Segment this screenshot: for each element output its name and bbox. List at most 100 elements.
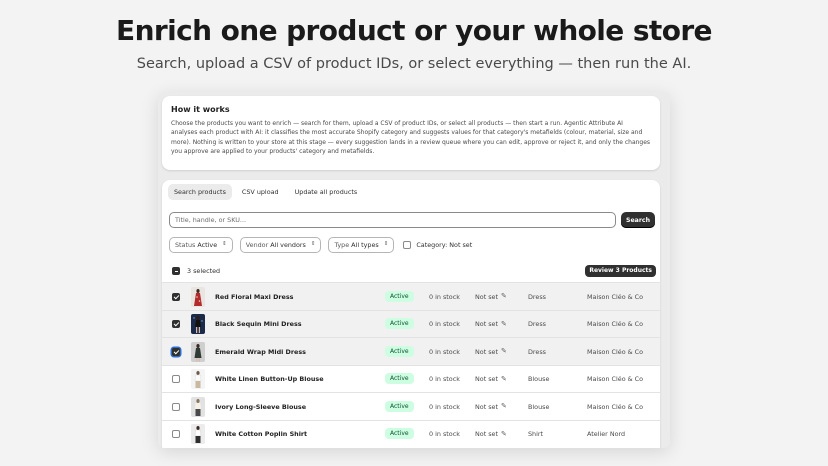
status-badge: Active: [385, 318, 414, 330]
table-row[interactable]: Ivory Long-Sleeve Blouse Active 0 in stock…: [162, 392, 660, 420]
category-cell[interactable]: Not set ✎: [475, 320, 507, 328]
product-thumbnail: [191, 341, 205, 362]
category-value: Not set: [475, 347, 498, 356]
table-row[interactable]: Red Floral Maxi Dress Active 0 in stock Not…: [162, 282, 660, 310]
product-name[interactable]: White Cotton Poplin Shirt: [215, 430, 307, 438]
product-thumbnail: [191, 286, 205, 307]
stock-count: 0 in stock: [429, 402, 460, 411]
product-name[interactable]: Ivory Long-Sleeve Blouse: [215, 403, 306, 411]
product-type: Dress: [528, 320, 546, 329]
product-type: Shirt: [528, 430, 544, 439]
tab-csv-upload[interactable]: CSV upload: [236, 184, 285, 200]
category-value: Not set: [475, 320, 498, 329]
search-row: Search: [169, 212, 655, 228]
pencil-icon[interactable]: ✎: [501, 293, 507, 300]
stock-count: 0 in stock: [429, 320, 460, 329]
product-name[interactable]: Red Floral Maxi Dress: [215, 293, 294, 301]
product-vendor: Maison Cléo & Co: [587, 375, 644, 384]
category-value: Not set: [475, 430, 498, 439]
category-value: Not set: [475, 375, 498, 384]
select-all-checkbox[interactable]: [172, 267, 180, 275]
review-products-button[interactable]: Review 3 Products: [585, 265, 656, 277]
row-select-checkbox[interactable]: [172, 430, 180, 439]
category-value: Not set: [475, 402, 498, 411]
source-tabs: Search products CSV upload Update all pr…: [168, 184, 363, 200]
category-not-set-checkbox[interactable]: [403, 241, 412, 249]
product-type: Blouse: [528, 402, 550, 411]
status-filter[interactable]: Status Active ⇕: [169, 237, 233, 253]
vendor-filter-value: All vendors: [270, 241, 306, 249]
product-vendor: Atelier Nord: [587, 430, 626, 439]
tab-update-all-products[interactable]: Update all products: [289, 184, 364, 200]
filter-bar: Status Active ⇕ Vendor All vendors ⇕ Typ…: [169, 237, 472, 253]
category-cell[interactable]: Not set ✎: [475, 430, 507, 438]
status-badge: Active: [385, 290, 414, 302]
product-type: Dress: [528, 292, 546, 301]
status-badge: Active: [385, 400, 414, 412]
vendor-filter[interactable]: Vendor All vendors ⇕: [239, 237, 322, 253]
row-select-checkbox[interactable]: [172, 320, 180, 329]
table-row[interactable]: White Cotton Poplin Shirt Active 0 in stoc…: [162, 419, 660, 448]
status-filter-label: Status: [175, 241, 196, 249]
product-table: Red Floral Maxi Dress Active 0 in stock Not…: [162, 282, 660, 448]
category-cell[interactable]: Not set ✎: [475, 403, 507, 411]
table-row[interactable]: Emerald Wrap Midi Dress Active 0 in stock N…: [162, 337, 660, 365]
search-input[interactable]: [169, 212, 616, 228]
category-not-set-filter[interactable]: Category: Not set: [403, 241, 472, 249]
hero-title: Enrich one product or your whole store: [116, 14, 712, 47]
selection-bar: 3 selected Review 3 Products: [162, 264, 660, 278]
product-name[interactable]: Black Sequin Mini Dress: [215, 320, 302, 328]
how-it-works-card: How it works Choose the products you wan…: [162, 96, 660, 170]
status-badge: Active: [385, 345, 414, 357]
pencil-icon[interactable]: ✎: [501, 375, 507, 383]
pencil-icon[interactable]: ✎: [501, 403, 507, 410]
product-picker-card: Search products CSV upload Update all pr…: [162, 180, 660, 448]
product-thumbnail: [191, 424, 205, 445]
product-type: Blouse: [528, 375, 550, 384]
vendor-filter-label: Vendor: [245, 241, 269, 249]
stock-count: 0 in stock: [429, 375, 460, 384]
product-vendor: Maison Cléo & Co: [587, 402, 644, 411]
status-badge: Active: [385, 373, 414, 385]
tab-search-products[interactable]: Search products: [168, 184, 232, 200]
product-name[interactable]: White Linen Button-Up Blouse: [215, 375, 324, 383]
type-filter[interactable]: Type All types ⇕: [328, 237, 395, 253]
stock-count: 0 in stock: [429, 430, 460, 439]
product-thumbnail: [191, 396, 205, 417]
pencil-icon[interactable]: ✎: [501, 430, 507, 438]
pencil-icon[interactable]: ✎: [501, 348, 507, 355]
product-vendor: Maison Cléo & Co: [587, 292, 644, 301]
category-value: Not set: [475, 292, 498, 301]
product-name[interactable]: Emerald Wrap Midi Dress: [215, 348, 306, 356]
how-it-works-title: How it works: [171, 105, 230, 114]
search-button[interactable]: Search: [621, 212, 655, 228]
category-cell[interactable]: Not set ✎: [475, 375, 507, 383]
select-chevron-icon: ⇕: [222, 241, 227, 248]
row-select-checkbox[interactable]: [172, 347, 180, 356]
type-filter-label: Type: [334, 241, 350, 249]
row-select-checkbox[interactable]: [172, 375, 180, 384]
product-vendor: Maison Cléo & Co: [587, 320, 644, 329]
selected-count: 3 selected: [187, 267, 221, 275]
row-select-checkbox[interactable]: [172, 292, 180, 301]
category-cell[interactable]: Not set ✎: [475, 293, 507, 301]
status-filter-value: Active: [197, 241, 218, 249]
how-it-works-body: Choose the products you want to enrich —…: [171, 120, 651, 156]
product-type: Dress: [528, 347, 546, 356]
stock-count: 0 in stock: [429, 292, 460, 301]
table-row[interactable]: White Linen Button-Up Blouse Active 0 in s…: [162, 364, 660, 393]
product-thumbnail: [191, 314, 205, 335]
row-select-checkbox[interactable]: [172, 402, 180, 411]
product-vendor: Maison Cléo & Co: [587, 347, 644, 356]
stock-count: 0 in stock: [429, 347, 460, 356]
pencil-icon[interactable]: ✎: [501, 320, 507, 328]
category-cell[interactable]: Not set ✎: [475, 348, 507, 356]
hero-subtitle: Search, upload a CSV of product IDs, or …: [136, 56, 692, 72]
product-thumbnail: [191, 369, 205, 390]
select-chevron-icon: ⇕: [310, 241, 316, 248]
table-row[interactable]: Black Sequin Mini Dress Active 0 in stock N…: [162, 309, 660, 338]
app-window: How it works Choose the products you wan…: [158, 92, 670, 448]
category-not-set-label: Category: Not set: [416, 241, 473, 249]
select-chevron-icon: ⇕: [383, 241, 389, 248]
status-badge: Active: [385, 428, 414, 440]
